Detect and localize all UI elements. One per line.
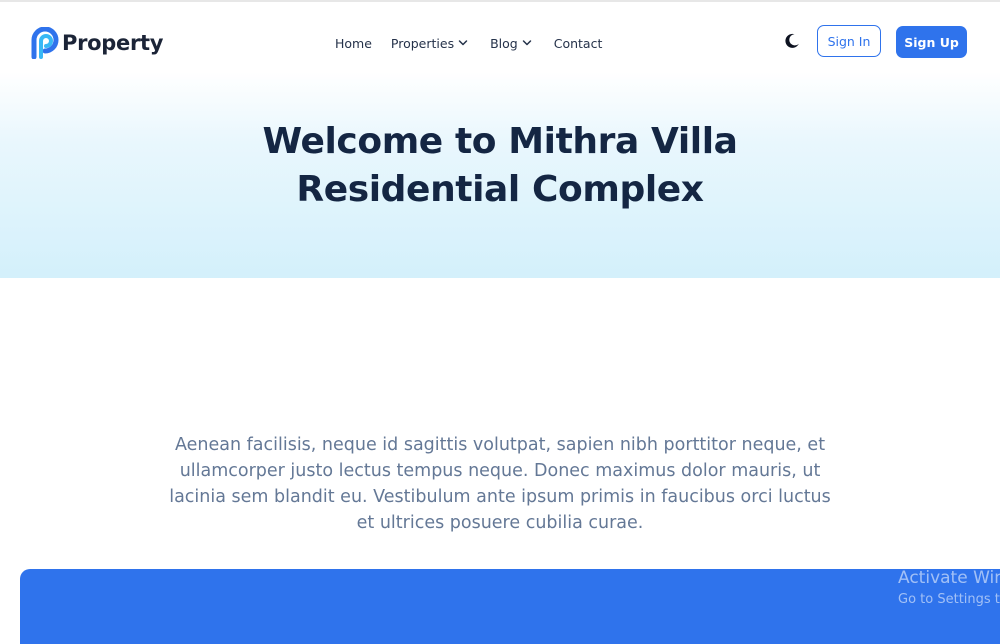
logo[interactable]: Property xyxy=(31,26,163,60)
page-title: Welcome to Mithra Villa Residential Comp… xyxy=(150,118,850,214)
page: Property Home Properties Blog Contact Si… xyxy=(0,0,1000,644)
page-title-line: Welcome to Mithra Villa xyxy=(262,121,738,162)
nav-item-home[interactable]: Home xyxy=(335,34,372,52)
nav-item-label: Home xyxy=(335,35,372,51)
chevron-down-icon xyxy=(522,40,531,46)
feature-panel xyxy=(20,569,1000,644)
main-nav: Home Properties Blog Contact xyxy=(335,34,602,52)
watermark-subtitle: Go to Settings to activate Windows. xyxy=(898,592,1000,607)
page-title-line: Residential Complex xyxy=(296,169,704,210)
nav-item-properties[interactable]: Properties xyxy=(391,34,468,52)
intro-paragraph: Aenean facilisis, neque id sagittis volu… xyxy=(169,435,831,533)
moon-icon[interactable] xyxy=(783,32,801,50)
brand-name: Property xyxy=(62,31,164,55)
sign-up-button[interactable]: Sign Up xyxy=(896,26,967,58)
nav-item-label: Properties xyxy=(390,35,455,51)
nav-item-blog[interactable]: Blog xyxy=(490,34,532,52)
sign-in-button[interactable]: Sign In xyxy=(817,25,881,57)
chevron-down-icon xyxy=(458,40,468,46)
site-header: Property Home Properties Blog Contact Si… xyxy=(0,0,1000,84)
property-logo-icon xyxy=(31,27,59,59)
nav-item-label: Contact xyxy=(553,35,603,51)
nav-item-contact[interactable]: Contact xyxy=(554,34,603,52)
nav-item-label: Blog xyxy=(490,35,518,51)
watermark-title: Activate Windows xyxy=(898,568,1000,588)
activation-watermark: Activate Windows Go to Settings to activ… xyxy=(898,567,1000,609)
